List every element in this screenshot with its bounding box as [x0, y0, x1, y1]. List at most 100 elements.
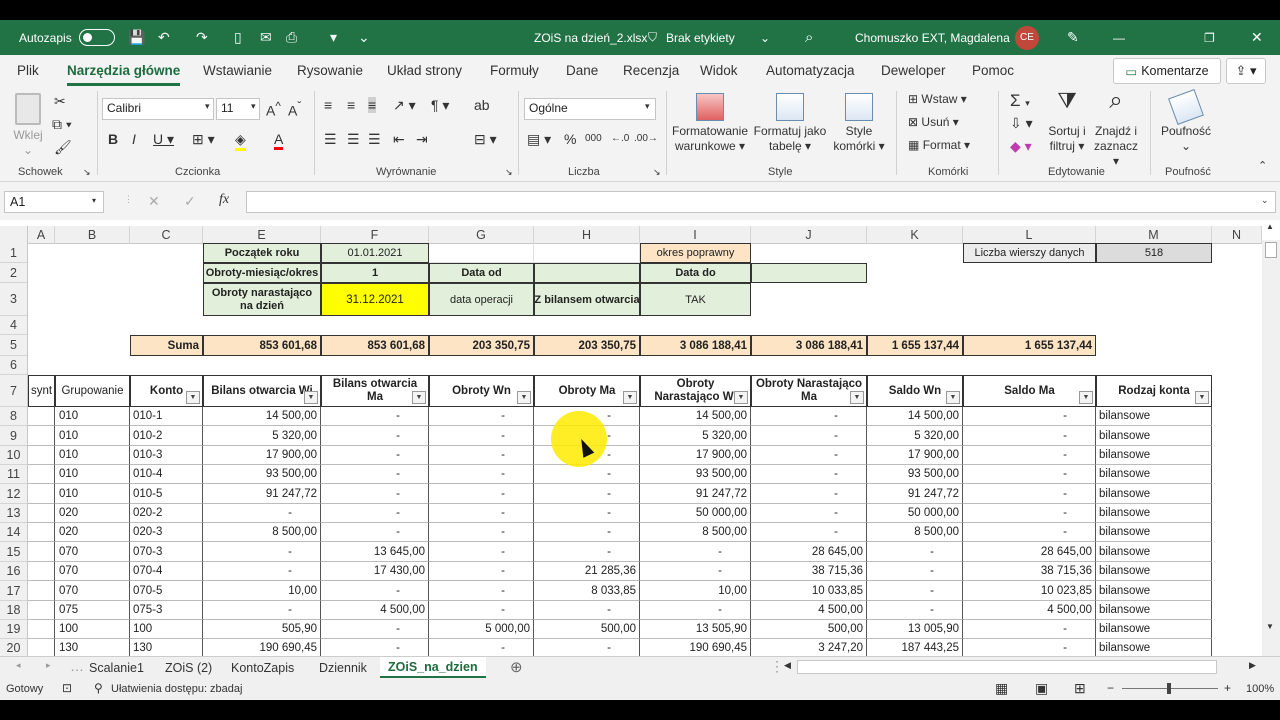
formula-input[interactable]	[246, 191, 1276, 213]
sheet-tab-zois-2[interactable]: ZOiS (2)	[157, 657, 220, 679]
table-cell[interactable]: bilansowe	[1096, 620, 1212, 639]
table-cell[interactable]: 17 900,00	[640, 446, 751, 465]
cell-synt[interactable]	[28, 562, 55, 581]
table-cell[interactable]: 13 505,90	[640, 620, 751, 639]
table-cell[interactable]: bilansowe	[1096, 601, 1212, 620]
table-cell[interactable]: bilansowe	[1096, 581, 1212, 601]
column-header-n[interactable]: N	[1212, 226, 1262, 244]
date-from-value[interactable]	[534, 263, 640, 283]
table-cell[interactable]: bilansowe	[1096, 523, 1212, 542]
table-cell[interactable]: -	[203, 562, 321, 581]
table-cell[interactable]: 075-3	[130, 601, 203, 620]
row-header-17[interactable]: 17	[0, 581, 28, 601]
tab-automatyzacja[interactable]: Automatyzacja	[766, 63, 855, 78]
table-cell[interactable]: -	[429, 504, 534, 523]
tab-recenzja[interactable]: Recenzja	[623, 63, 679, 78]
tab-wstawianie[interactable]: Wstawianie	[203, 63, 272, 78]
tab-narzedzia-glowne[interactable]: Narzędzia główne	[67, 63, 181, 86]
delete-cells-button[interactable]: ⊠ Usuń ▾	[908, 115, 959, 129]
merge-center-icon[interactable]: ⊟ ▾	[474, 131, 497, 148]
number-format-select[interactable]: Ogólne	[524, 98, 656, 120]
table-cell[interactable]: 500,00	[751, 620, 867, 639]
decrease-indent-icon[interactable]: ⇤	[393, 131, 405, 148]
column-header-k[interactable]: K	[867, 226, 963, 244]
table-cell[interactable]: -	[429, 465, 534, 484]
table-cell[interactable]: 17 900,00	[867, 446, 963, 465]
row-header-14[interactable]: 14	[0, 523, 28, 542]
cut-icon[interactable]: ✂	[54, 93, 66, 110]
table-cell[interactable]: 187 443,25	[867, 639, 963, 656]
table-header[interactable]: Konto ▼	[130, 375, 203, 407]
filter-dropdown-icon[interactable]: ▼	[304, 391, 318, 404]
table-cell[interactable]: 070	[55, 562, 130, 581]
dialog-launcher-icon[interactable]: ↘	[83, 167, 91, 178]
zoom-level[interactable]: 100%	[1246, 683, 1274, 695]
table-cell[interactable]: 17 900,00	[203, 446, 321, 465]
name-box[interactable]: A1	[4, 191, 104, 213]
table-cell[interactable]: 10 033,85	[751, 581, 867, 601]
zoom-slider-thumb[interactable]	[1167, 683, 1171, 694]
table-cell[interactable]: -	[534, 542, 640, 562]
pen-icon[interactable]: ✎	[1067, 20, 1079, 55]
table-cell[interactable]: -	[321, 407, 429, 426]
redo-icon[interactable]: ↷	[196, 20, 208, 55]
tab-uklad-strony[interactable]: Układ strony	[387, 63, 462, 78]
comma-style-icon[interactable]: 000	[585, 133, 602, 144]
table-cell[interactable]: -	[429, 484, 534, 504]
table-cell[interactable]: -	[321, 426, 429, 446]
row-header-5[interactable]: 5	[0, 335, 28, 356]
table-cell[interactable]: -	[751, 523, 867, 542]
table-cell[interactable]: 8 500,00	[203, 523, 321, 542]
shrink-font-icon[interactable]: Aˇ	[288, 100, 301, 119]
table-cell[interactable]: 505,90	[203, 620, 321, 639]
table-cell[interactable]: -	[867, 542, 963, 562]
macro-record-icon[interactable]: ⊡	[62, 681, 72, 695]
column-header-c[interactable]: C	[130, 226, 203, 244]
column-header-a[interactable]: A	[28, 226, 55, 244]
format-painter-icon[interactable]: 🖌	[54, 139, 72, 156]
select-all-corner[interactable]	[0, 226, 28, 244]
table-cell[interactable]: -	[203, 504, 321, 523]
copy-icon[interactable]: ⧉ ▾	[52, 116, 72, 133]
chevron-down-icon[interactable]: ⌄	[760, 20, 770, 55]
tab-deweloper[interactable]: Deweloper	[881, 63, 946, 78]
table-cell[interactable]: -	[534, 601, 640, 620]
table-cell[interactable]: 010	[55, 465, 130, 484]
table-cell[interactable]: 17 430,00	[321, 562, 429, 581]
table-cell[interactable]: -	[751, 446, 867, 465]
fill-color-icon[interactable]: ◈	[235, 131, 246, 151]
sheet-next-icon[interactable]: ▸	[46, 660, 51, 671]
font-color-icon[interactable]: A	[274, 131, 284, 150]
normal-view-icon[interactable]: ▦	[995, 680, 1008, 697]
table-cell[interactable]: -	[751, 426, 867, 446]
column-header-f[interactable]: F	[321, 226, 429, 244]
table-cell[interactable]: 91 247,72	[203, 484, 321, 504]
tab-widok[interactable]: Widok	[700, 63, 738, 78]
horizontal-scroll-thumb[interactable]	[797, 660, 1217, 674]
scroll-up-icon[interactable]: ▲	[1266, 222, 1274, 231]
dialog-launcher-icon[interactable]: ↘	[653, 167, 661, 178]
underline-icon[interactable]: U ▾	[153, 131, 174, 148]
row-header-7[interactable]: 7	[0, 375, 28, 407]
row-header-13[interactable]: 13	[0, 504, 28, 523]
table-cell[interactable]: 020-3	[130, 523, 203, 542]
align-top-icon[interactable]: ≡	[324, 97, 332, 113]
table-cell[interactable]: 5 320,00	[203, 426, 321, 446]
table-cell[interactable]: -	[534, 465, 640, 484]
table-cell[interactable]: -	[640, 542, 751, 562]
worksheet-grid[interactable]: ABCEFGHIJKLMN 1 2 3 4 5 6 7 8 9 10 11 12 13 14 15 16 17 1…	[0, 220, 1280, 656]
table-cell[interactable]: -	[963, 484, 1096, 504]
cell-synt[interactable]	[28, 523, 55, 542]
table-cell[interactable]: 020	[55, 504, 130, 523]
table-header[interactable]: Obroty Wn ▼	[429, 375, 534, 407]
table-cell[interactable]: -	[321, 523, 429, 542]
table-cell[interactable]: 3 247,20	[751, 639, 867, 656]
table-cell[interactable]: bilansowe	[1096, 542, 1212, 562]
table-cell[interactable]: 4 500,00	[321, 601, 429, 620]
table-cell[interactable]: bilansowe	[1096, 465, 1212, 484]
table-cell[interactable]: 50 000,00	[640, 504, 751, 523]
scroll-down-icon[interactable]: ▼	[1266, 622, 1274, 631]
accounting-format-icon[interactable]: ▤ ▾	[527, 131, 551, 148]
find-select-button[interactable]: ⌕ Znajdź i zaznacz ▾	[1090, 89, 1142, 169]
table-cell[interactable]: 28 645,00	[963, 542, 1096, 562]
